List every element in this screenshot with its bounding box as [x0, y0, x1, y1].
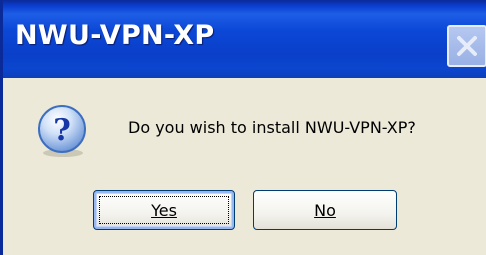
window-title: NWU-VPN-XP	[15, 20, 215, 51]
yes-button[interactable]: Yes	[93, 190, 235, 230]
title-bar[interactable]: NWU-VPN-XP	[0, 0, 486, 78]
question-icon: ?	[38, 105, 86, 157]
svg-text:?: ?	[53, 113, 71, 148]
yes-button-label: Yes	[151, 200, 177, 220]
close-icon	[457, 36, 477, 56]
dialog-message: Do you wish to install NWU-VPN-XP?	[128, 118, 416, 137]
no-button[interactable]: No	[253, 190, 397, 230]
no-button-label: No	[314, 200, 336, 220]
close-button[interactable]	[447, 25, 486, 67]
dialog-window: NWU-VPN-XP ? Do you wish to install NWU-…	[0, 0, 486, 255]
